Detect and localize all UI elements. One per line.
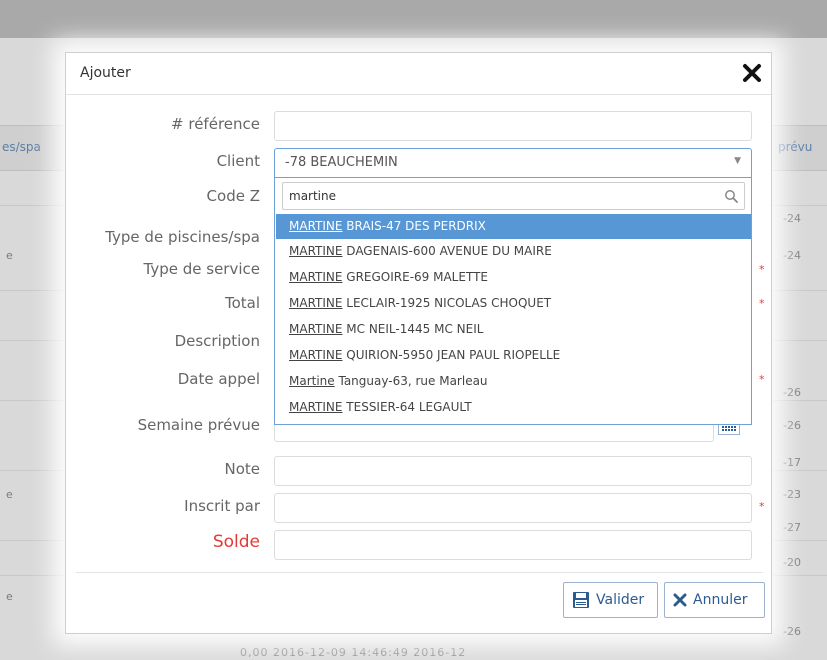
client-search-box (282, 182, 745, 210)
validate-button[interactable]: Valider (563, 582, 658, 618)
client-option[interactable]: MARTINE MC NEIL-1445 MC NEIL (276, 317, 751, 342)
client-selected-value: -78 BEAUCHEMIN (285, 155, 398, 170)
client-option-text: MC NEIL-1445 MC NEIL (342, 322, 484, 336)
client-dropdown: MARTINE BRAIS-47 DES PERDRIX MARTINE DAG… (274, 178, 752, 425)
service-type-label: Type de service (143, 260, 260, 278)
dialog-header: Ajouter (66, 53, 771, 95)
client-option[interactable]: Martine Tanguay-63, rue Marleau (276, 369, 751, 394)
reference-field[interactable] (274, 111, 752, 141)
background-cell: e (6, 590, 13, 603)
registered-by-field[interactable] (274, 493, 752, 523)
close-icon[interactable] (741, 62, 763, 84)
client-option-match: MARTINE (289, 244, 343, 258)
background-cell: -27 (783, 521, 801, 534)
background-cell: e (6, 488, 13, 501)
pool-type-label: Type de piscines/spa (105, 228, 260, 246)
background-cell: 0,00 2016-12-09 14:46:49 2016-12 (240, 646, 467, 659)
background-cell: -23 (783, 488, 801, 501)
client-option-text: GREGOIRE-69 MALETTE (342, 270, 488, 284)
reference-label: # référence (171, 115, 260, 133)
cancel-label: Annuler (693, 592, 748, 608)
background-cell: -26 (783, 386, 801, 399)
client-select[interactable]: -78 BEAUCHEMIN ▼ (274, 148, 752, 178)
background-column-header: prévu (778, 140, 813, 154)
add-dialog: Ajouter # référence Client Code Z Type d… (65, 52, 772, 634)
close-icon (673, 593, 687, 607)
note-label: Note (224, 460, 260, 478)
client-option-match: MARTINE (289, 322, 343, 336)
background-cell: -26 (783, 419, 801, 432)
client-option[interactable]: MARTINE DAGENAIS-600 AVENUE DU MAIRE (276, 239, 751, 264)
search-icon (724, 188, 738, 207)
required-mark: * (759, 373, 765, 386)
client-option[interactable]: MARTINE GREGOIRE-69 MALETTE (276, 265, 751, 290)
description-label: Description (174, 332, 260, 350)
client-option-text: DAGENAIS-600 AVENUE DU MAIRE (342, 244, 552, 258)
balance-label: Solde (212, 532, 260, 552)
background-cell: -24 (783, 249, 801, 262)
client-option-text: BRAIS-47 DES PERDRIX (342, 219, 486, 233)
client-option-match: MARTINE (289, 219, 343, 233)
client-label: Client (216, 152, 260, 170)
save-icon (572, 591, 590, 609)
background-topbar (0, 0, 827, 38)
total-label: Total (224, 294, 260, 312)
client-option-text: QUIRION-5950 JEAN PAUL RIOPELLE (342, 348, 561, 362)
required-mark: * (759, 500, 765, 513)
call-date-label: Date appel (177, 370, 260, 388)
client-option[interactable]: MARTINE TESSIER-64 LEGAULT (276, 395, 751, 420)
code-z-label: Code Z (206, 187, 260, 205)
note-field[interactable] (274, 456, 752, 486)
client-option-match: MARTINE (289, 348, 343, 362)
required-mark: * (759, 263, 765, 276)
validate-label: Valider (596, 592, 645, 608)
client-option[interactable]: MARTINE QUIRION-5950 JEAN PAUL RIOPELLE (276, 343, 751, 368)
balance-field[interactable] (274, 530, 752, 560)
client-search-input[interactable] (289, 187, 699, 205)
reference-row: # référence (66, 110, 771, 141)
footer-divider (76, 572, 763, 573)
registered-by-row: Inscrit par * (66, 492, 771, 523)
balance-row: Solde (66, 529, 771, 560)
background-cell: e (6, 249, 13, 262)
client-option-text: LECLAIR-1925 NICOLAS CHOQUET (342, 296, 552, 310)
client-option-match: MARTINE (289, 270, 343, 284)
client-option-match: Martine (289, 374, 335, 388)
client-option-text: TESSIER-64 LEGAULT (342, 400, 472, 414)
client-option[interactable]: MARTINE LECLAIR-1925 NICOLAS CHOQUET (276, 291, 751, 316)
cancel-button[interactable]: Annuler (664, 582, 765, 618)
registered-by-label: Inscrit par (184, 497, 260, 515)
background-cell: -26 (783, 625, 801, 638)
note-row: Note (66, 455, 771, 486)
client-option[interactable]: MARTINE BRAIS-47 DES PERDRIX (276, 214, 751, 239)
background-cell: -24 (783, 212, 801, 225)
required-mark: * (759, 297, 765, 310)
dialog-title: Ajouter (80, 65, 131, 81)
client-option-match: MARTINE (289, 400, 343, 414)
planned-week-label: Semaine prévue (137, 416, 260, 434)
client-option-match: MARTINE (289, 296, 343, 310)
chevron-down-icon: ▼ (734, 156, 741, 166)
background-cell: -17 (783, 456, 801, 469)
client-option-text: Tanguay-63, rue Marleau (334, 374, 488, 388)
background-cell: -20 (783, 556, 801, 569)
background-column-header: es/spa (2, 140, 41, 154)
